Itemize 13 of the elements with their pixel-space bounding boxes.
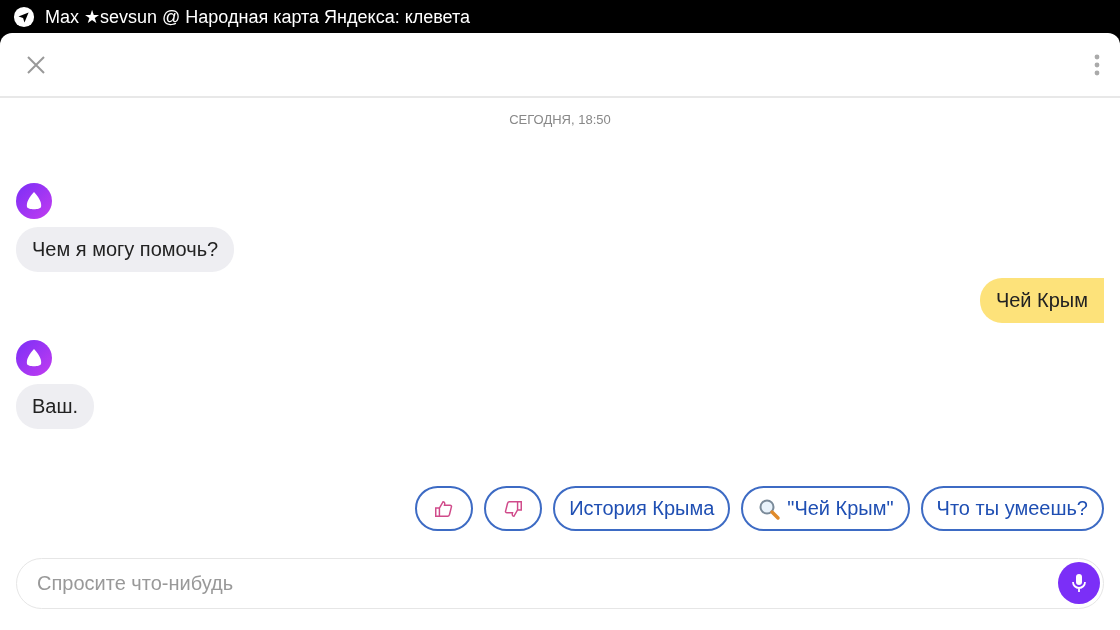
- assistant-avatar-icon: [16, 340, 52, 376]
- user-message: Чей Крым: [979, 278, 1104, 323]
- suggestion-chip[interactable]: Что ты умеешь?: [920, 486, 1104, 531]
- dislike-button[interactable]: [484, 486, 543, 531]
- like-button[interactable]: [415, 486, 474, 531]
- date-label: СЕГОДНЯ, 18:50: [508, 112, 612, 127]
- search-suggestion-chip[interactable]: "Чей Крым": [741, 486, 910, 531]
- assistant-message: Чем я могу помочь?: [16, 227, 235, 272]
- assistant-message: Ваш.: [16, 384, 95, 429]
- suggestion-chip[interactable]: История Крыма: [553, 486, 731, 531]
- notification-title: Max ★sevsun @ Народная карта Яндекса: клевета: [45, 5, 471, 28]
- assistant-avatar-icon: [16, 183, 52, 219]
- message-input-field[interactable]: Спросите что-нибудь: [16, 558, 1104, 609]
